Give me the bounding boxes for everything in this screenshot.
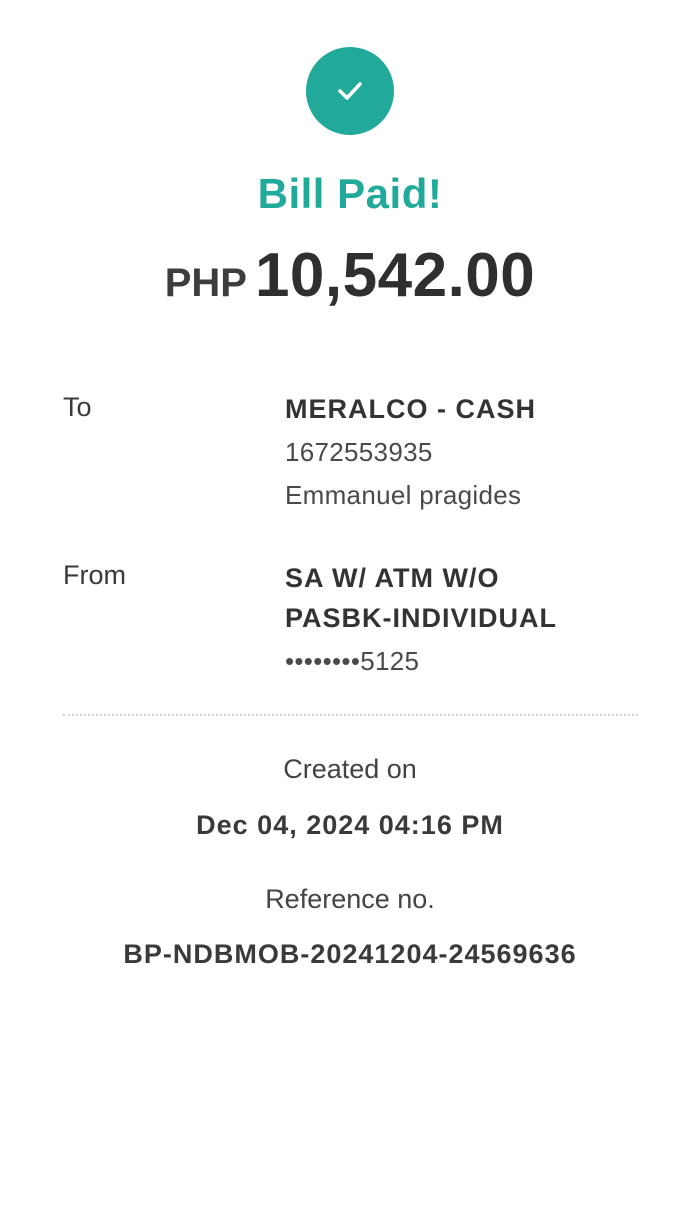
checkmark-icon xyxy=(338,82,362,100)
status-title: Bill Paid! xyxy=(257,170,443,217)
section-divider xyxy=(63,714,638,716)
to-details: MERALCO - CASH 1672553935 Emmanuel pragi… xyxy=(285,389,536,515)
amount-display: PHP 10,542.00 xyxy=(0,240,700,311)
to-label: To xyxy=(63,392,92,422)
created-on-value: Dec 04, 2024 04:16 PM xyxy=(196,810,504,840)
success-badge xyxy=(306,47,394,135)
currency-code: PHP xyxy=(164,261,247,305)
amount-value: 10,542.00 xyxy=(254,241,536,310)
source-account-masked: ••••••••5125 xyxy=(285,646,420,676)
receipt-screen: Bill Paid! PHP 10,542.00 To MERALCO - CA… xyxy=(0,0,700,1231)
source-account-type-line1: SA W/ ATM W/O xyxy=(285,563,500,593)
from-details: SA W/ ATM W/O PASBK-INDIVIDUAL ••••••••5… xyxy=(285,558,557,684)
biller-account-number: 1672553935 xyxy=(285,437,433,467)
created-on-label: Created on xyxy=(283,754,417,784)
biller-account-name: Emmanuel pragides xyxy=(285,480,522,510)
biller-name: MERALCO - CASH xyxy=(285,394,536,424)
source-account-type-line2: PASBK-INDIVIDUAL xyxy=(285,603,557,633)
from-label: From xyxy=(63,560,126,590)
reference-label: Reference no. xyxy=(265,884,435,914)
reference-value: BP-NDBMOB-20241204-24569636 xyxy=(123,939,577,969)
